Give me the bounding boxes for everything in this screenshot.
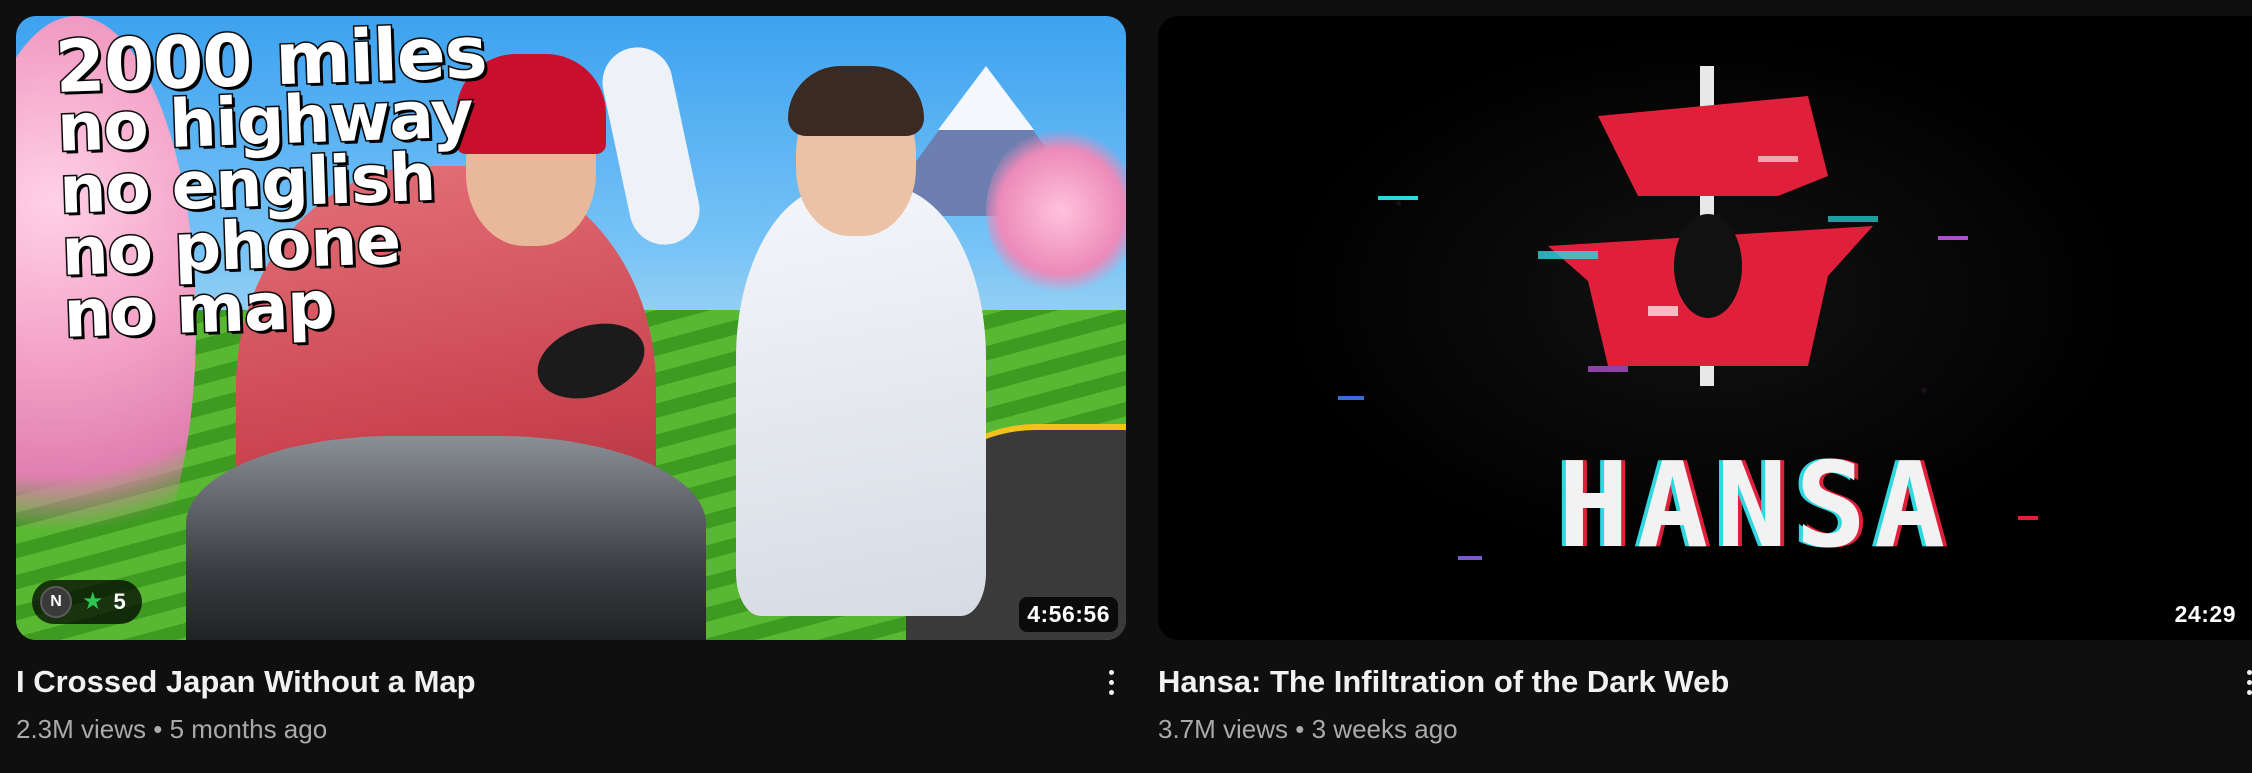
vertical-dots-icon	[1108, 669, 1114, 695]
more-options-button[interactable]	[2234, 662, 2252, 702]
view-count: 2.3M views	[16, 714, 147, 744]
video-meta: Hansa: The Infiltration of the Dark Web …	[1158, 662, 2252, 746]
video-card[interactable]: HANSA 24:29 Hansa: The Infiltration of t…	[1158, 16, 2252, 746]
motorcycle-shape	[186, 436, 706, 640]
passenger-figure	[736, 186, 986, 616]
video-thumbnail[interactable]: HANSA 24:29	[1158, 16, 2252, 640]
video-card[interactable]: 2000 miles no highway no english no phon…	[16, 16, 1126, 746]
badge-count: 5	[113, 589, 126, 614]
view-count: 3.7M views	[1158, 714, 1289, 744]
video-stats: 2.3M views • 5 months ago	[16, 712, 1126, 746]
duration-badge: 24:29	[2166, 597, 2244, 632]
separator-dot: •	[153, 714, 163, 744]
members-badge: N ★ 5	[32, 580, 142, 624]
separator-dot: •	[1295, 714, 1305, 744]
avatar: N	[40, 586, 72, 618]
more-options-button[interactable]	[1096, 662, 1126, 702]
thumbnail-caption: 2000 miles no highway no english no phon…	[52, 16, 496, 354]
ship-logo	[1538, 66, 1878, 386]
video-title[interactable]: Hansa: The Infiltration of the Dark Web	[1158, 662, 2252, 702]
upload-age: 5 months ago	[169, 714, 328, 744]
upload-age: 3 weeks ago	[1311, 714, 1458, 744]
star-icon: ★	[82, 588, 104, 615]
duration-badge: 4:56:56	[1019, 597, 1118, 632]
thumbnail-title-text: HANSA	[1558, 436, 1954, 574]
vertical-dots-icon	[2246, 669, 2252, 695]
video-thumbnail[interactable]: 2000 miles no highway no english no phon…	[16, 16, 1126, 640]
video-meta: I Crossed Japan Without a Map 2.3M views…	[16, 662, 1126, 746]
video-grid: 2000 miles no highway no english no phon…	[0, 0, 2252, 773]
video-stats: 3.7M views • 3 weeks ago	[1158, 712, 2252, 746]
video-title[interactable]: I Crossed Japan Without a Map	[16, 662, 1126, 702]
